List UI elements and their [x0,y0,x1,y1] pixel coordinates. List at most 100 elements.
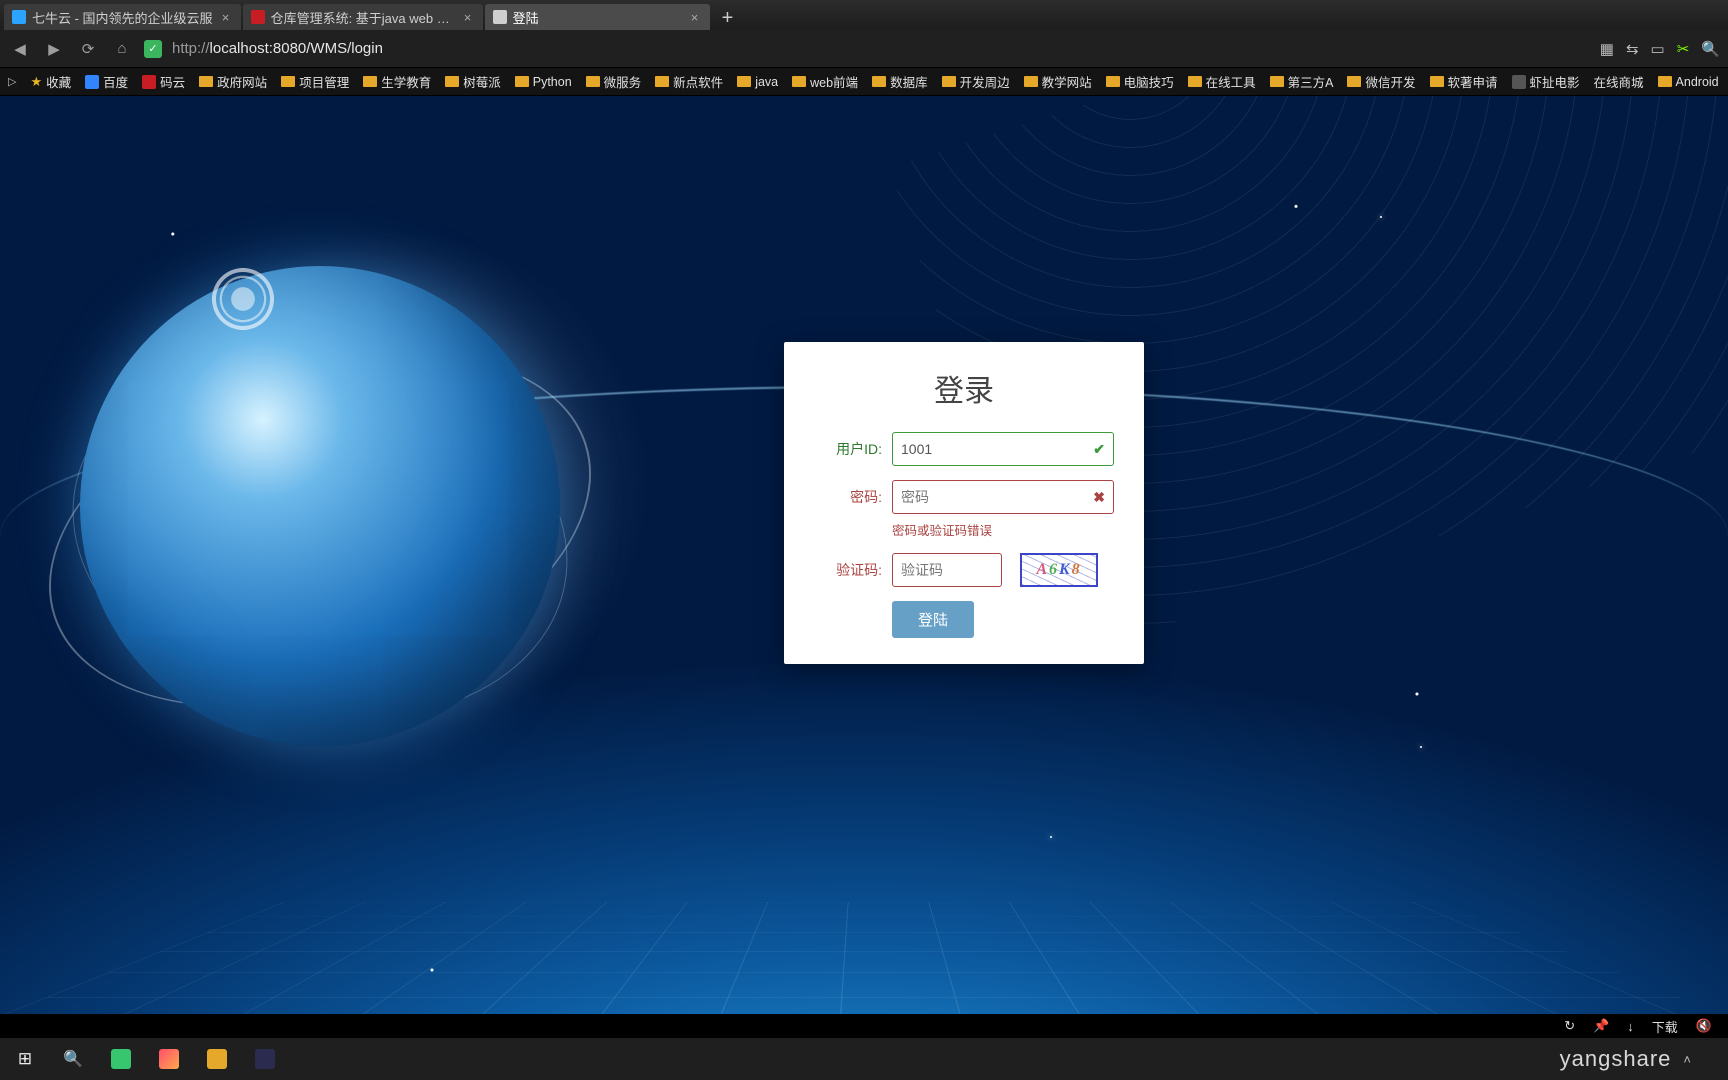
login-panel: 登录 用户ID: ✔ 密码: ✖ 密码或验证码错误 验证码: ✖ A [784,342,1144,664]
folder-icon [1188,76,1202,87]
status-restore-icon[interactable]: ↻ [1564,1018,1575,1034]
home-button[interactable]: ⌂ [110,37,134,61]
user-input[interactable] [901,441,1093,457]
folder-icon [792,76,806,87]
folder-icon [1106,76,1120,87]
url-bar[interactable]: http://localhost:8080/WMS/login [172,40,1590,57]
bg-knob [212,268,274,330]
tab-close-2[interactable]: × [688,10,702,25]
task-app-ide[interactable] [242,1038,288,1080]
check-icon: ✔ [1093,441,1105,458]
bookmark-14[interactable]: 教学网站 [1024,72,1092,91]
bookmark-18[interactable]: 微信开发 [1347,72,1415,91]
captcha-image[interactable]: A 6 K 8 [1020,553,1098,587]
watermark: yangshare [1560,1046,1672,1072]
bookmark-17[interactable]: 第三方A [1270,72,1334,91]
bookmark-15[interactable]: 电脑技巧 [1106,72,1174,91]
bookmark-22[interactable]: Android [1658,75,1719,89]
tab-close-1[interactable]: × [461,10,475,25]
captcha-input-wrap[interactable]: ✖ [892,553,1002,587]
submit-row: 登陆 [814,601,1114,638]
page-viewport: 登录 用户ID: ✔ 密码: ✖ 密码或验证码错误 验证码: ✖ A [0,96,1728,1016]
bg-star [1420,746,1422,748]
bookmark-5[interactable]: 生学教育 [363,72,431,91]
password-input[interactable] [901,489,1093,505]
status-pin-icon[interactable]: 📌 [1593,1018,1609,1034]
browser-tab-0[interactable]: 七牛云 - 国内领先的企业级云服 × [4,4,241,30]
status-download-icon[interactable]: ↓ [1627,1019,1634,1034]
bookmark-20[interactable]: 虾扯电影 [1512,72,1580,91]
bg-star [1380,216,1382,218]
folder-icon [1270,76,1284,87]
bookmark-7[interactable]: Python [515,75,572,89]
tray-expand-icon[interactable]: ˄ [1683,1052,1692,1067]
browser-tab-1[interactable]: 仓库管理系统: 基于java web SSM × [243,4,483,30]
task-app-explorer[interactable] [194,1038,240,1080]
security-shield-icon[interactable]: ✓ [144,40,162,58]
bookmark-3[interactable]: 政府网站 [199,72,267,91]
bookmark-gitee[interactable]: 码云 [142,72,185,91]
bookmark-19[interactable]: 软著申请 [1430,72,1498,91]
bookmark-fav[interactable]: ★收藏 [30,72,71,91]
page-icon [1512,75,1526,89]
screenshot-icon[interactable]: ✂ [1677,40,1690,58]
bookmark-12[interactable]: 数据库 [872,72,928,91]
login-button[interactable]: 登陆 [892,601,974,638]
status-download-label[interactable]: 下载 [1652,1017,1678,1036]
search-button[interactable]: 🔍 [50,1038,96,1080]
task-app-2[interactable] [146,1038,192,1080]
captcha-row: 验证码: ✖ A 6 K 8 [814,553,1114,587]
password-row: 密码: ✖ [814,480,1114,514]
favicon-1 [251,10,265,24]
folder-icon [942,76,956,87]
browser-tab-2[interactable]: 登陆 × [485,4,710,30]
favicon-0 [12,10,26,24]
start-button[interactable]: ⊞ [2,1038,48,1080]
folder-icon [586,76,600,87]
search-icon[interactable]: 🔍 [1701,40,1720,58]
gitee-icon [142,75,156,89]
bookmark-11[interactable]: web前端 [792,72,858,91]
bookmark-16[interactable]: 在线工具 [1188,72,1256,91]
bookmark-6[interactable]: 树莓派 [445,72,501,91]
bookmark-21[interactable]: 在线商城 [1594,72,1644,91]
folder-icon [515,76,529,87]
folder-icon [737,76,751,87]
qr-icon[interactable]: ▦ [1600,40,1614,58]
folder-icon [199,76,213,87]
browser-tabbar: 七牛云 - 国内领先的企业级云服 × 仓库管理系统: 基于java web SS… [0,0,1728,30]
bookmark-10[interactable]: java [737,75,778,89]
task-app-1[interactable] [98,1038,144,1080]
device-icon[interactable]: ▭ [1651,40,1665,58]
folder-icon [363,76,377,87]
password-input-wrap[interactable]: ✖ [892,480,1114,514]
tab-title-2: 登陆 [513,8,682,27]
folder-icon [872,76,886,87]
bookmark-8[interactable]: 微服务 [586,72,642,91]
url-rest: localhost:8080/WMS/login [210,40,383,57]
status-mute-icon[interactable]: 🔇 [1696,1018,1712,1034]
star-icon: ★ [30,74,42,90]
bookmark-13[interactable]: 开发周边 [942,72,1010,91]
tab-close-0[interactable]: × [219,10,233,25]
bookmark-baidu[interactable]: 百度 [85,72,128,91]
bookmarks-overflow-left[interactable]: ▷ [8,75,16,88]
translate-icon[interactable]: ⇆ [1626,40,1639,58]
error-message: 密码或验证码错误 [892,520,1114,539]
reload-button[interactable]: ⟳ [76,37,100,61]
user-label: 用户ID: [814,439,882,459]
bookmark-4[interactable]: 项目管理 [281,72,349,91]
folder-icon [281,76,295,87]
captcha-label: 验证码: [814,560,882,580]
bookmark-9[interactable]: 新点软件 [655,72,723,91]
x-icon: ✖ [1093,489,1105,506]
bookmarks-bar: ▷ ★收藏 百度 码云 政府网站 项目管理 生学教育 树莓派 Python 微服… [0,68,1728,96]
forward-button[interactable]: ▶ [42,37,66,61]
password-label: 密码: [814,487,882,507]
user-input-wrap[interactable]: ✔ [892,432,1114,466]
new-tab-button[interactable]: + [712,7,744,30]
folder-icon [1347,76,1361,87]
folder-icon [445,76,459,87]
user-row: 用户ID: ✔ [814,432,1114,466]
back-button[interactable]: ◀ [8,37,32,61]
